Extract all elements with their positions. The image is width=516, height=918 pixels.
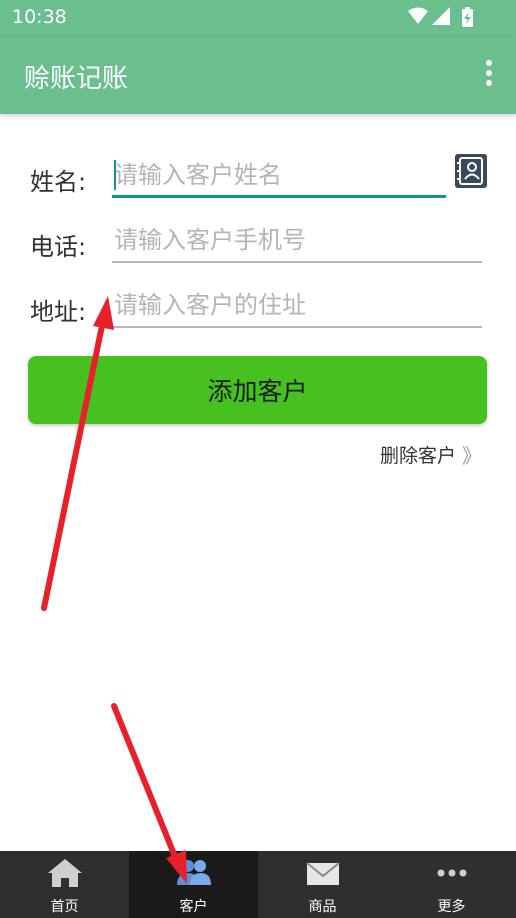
tab-customers[interactable]: 客户 <box>129 851 258 918</box>
tab-products[interactable]: 商品 <box>258 851 387 918</box>
app-bar: 赊账记账 <box>0 36 516 114</box>
delete-customer-link[interactable]: 删除客户 》 <box>380 440 482 469</box>
name-input[interactable] <box>112 154 446 198</box>
battery-icon <box>462 7 473 27</box>
signal-icon <box>432 7 450 25</box>
phone-input[interactable] <box>112 219 482 263</box>
phone-row: 电话: <box>30 219 486 269</box>
wifi-icon <box>408 7 428 24</box>
app-title: 赊账记账 <box>24 64 129 94</box>
tab-home[interactable]: 首页 <box>0 851 129 918</box>
more-icon <box>437 869 466 877</box>
tab-products-label: 商品 <box>308 899 337 915</box>
home-icon <box>47 859 82 887</box>
address-row: 地址: <box>30 284 486 334</box>
status-time: 10:38 <box>12 6 67 28</box>
tab-more[interactable]: 更多 <box>387 851 516 918</box>
tab-customers-label: 客户 <box>179 899 208 915</box>
mail-icon <box>305 862 340 885</box>
status-bar: 10:38 <box>0 0 516 36</box>
annotation-arrow-to-form <box>41 296 114 611</box>
tab-more-label: 更多 <box>437 899 466 915</box>
add-customer-button[interactable]: 添加客户 <box>28 356 487 424</box>
name-label: 姓名: <box>30 168 87 196</box>
address-label: 地址: <box>30 298 87 326</box>
status-icons <box>408 7 473 27</box>
tab-home-label: 首页 <box>50 899 79 915</box>
overflow-menu-icon[interactable] <box>482 60 496 92</box>
contact-book-icon[interactable] <box>455 154 487 188</box>
app-screen: 10:38 赊账记账 姓名: 请输入客户姓名 电话: 请输入客户手机号 地址: … <box>0 0 516 918</box>
text-cursor <box>114 160 116 190</box>
customers-icon <box>176 860 211 885</box>
delete-customer-label: 删除客户 <box>379 445 456 467</box>
chevron-right-icon: 》 <box>462 444 482 468</box>
bottom-nav: 首页 客户 商品 更多 <box>0 851 516 918</box>
name-row: 姓名: <box>30 154 487 204</box>
phone-label: 电话: <box>30 233 87 261</box>
address-input[interactable] <box>112 284 482 328</box>
